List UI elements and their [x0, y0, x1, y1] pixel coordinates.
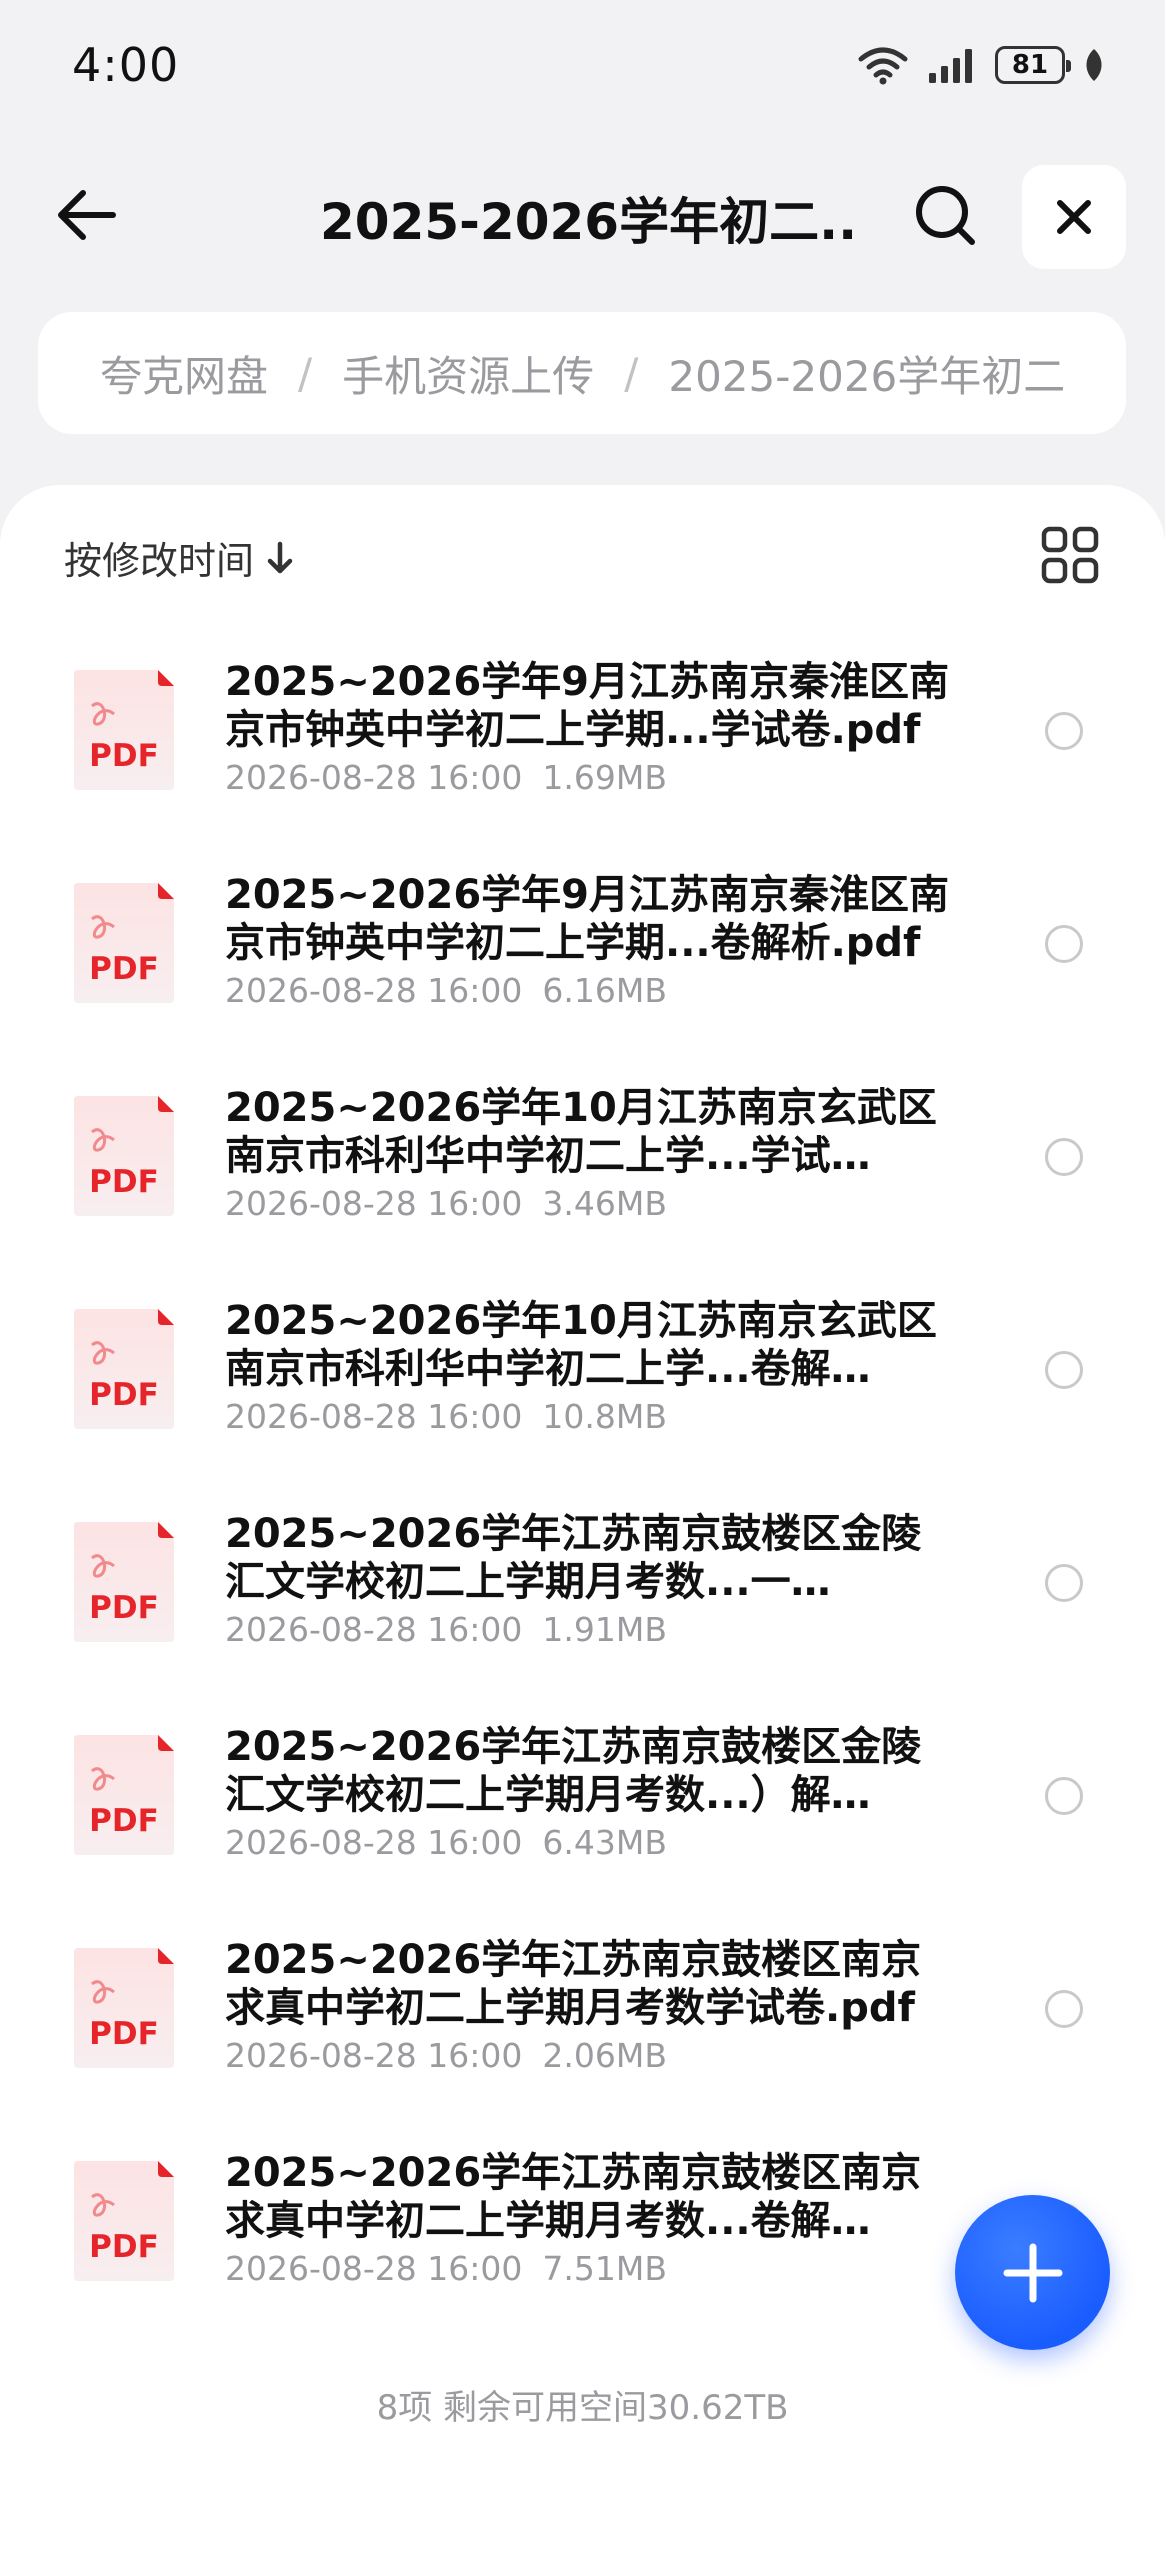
select-radio[interactable] — [1045, 1777, 1083, 1815]
sort-label: 按修改时间 — [64, 539, 255, 583]
arrow-down-icon — [267, 541, 293, 573]
wifi-icon — [858, 47, 908, 85]
select-radio[interactable] — [1045, 712, 1083, 750]
breadcrumb-item-upload[interactable]: 手机资源上传 — [342, 343, 594, 404]
svg-text:PDF: PDF — [89, 738, 159, 774]
file-meta: 2026-08-28 16:00 2.06MB — [225, 2036, 667, 2075]
svg-text:PDF: PDF — [89, 2229, 159, 2265]
breadcrumb: 夸克网盘 / 手机资源上传 / 2025-2026学年初二 — [38, 312, 1126, 434]
file-size: 3.46MB — [542, 1184, 667, 1223]
file-date: 2026-08-28 16:00 — [225, 1397, 523, 1436]
battery-icon: 81 — [995, 46, 1071, 84]
leaf-icon — [1086, 49, 1102, 81]
storage-summary: 8项 剩余可用空间30.62TB — [376, 2388, 789, 2428]
select-radio[interactable] — [1045, 1138, 1083, 1176]
svg-text:PDF: PDF — [89, 1590, 159, 1626]
file-meta: 2026-08-28 16:00 1.91MB — [225, 1610, 667, 1649]
file-name: 2025~2026学年江苏南京鼓楼区南京求真中学初二上学期月考数...卷解析.p… — [225, 2150, 922, 2244]
file-name: 2025~2026学年江苏南京鼓楼区金陵汇文学校初二上学期月考数...）解析.p… — [225, 1724, 922, 1818]
back-button[interactable] — [40, 170, 130, 260]
pdf-file-icon: PDF — [74, 1948, 174, 2068]
pdf-file-icon: PDF — [74, 1735, 174, 1855]
arrow-left-icon — [58, 190, 116, 240]
file-row-4[interactable]: PDF 2025~2026学年10月江苏南京玄武区南京市科利华中学初二上学...… — [0, 1279, 1165, 1492]
file-row-5[interactable]: PDF 2025~2026学年江苏南京鼓楼区金陵汇文学校初二上学期月考数...一… — [0, 1492, 1165, 1705]
file-name: 2025~2026学年江苏南京鼓楼区金陵汇文学校初二上学期月考数...一次）.p… — [225, 1511, 922, 1605]
file-size: 6.16MB — [542, 971, 667, 1010]
file-name: 2025~2026学年9月江苏南京秦淮区南京市钟英中学初二上学期...卷解析.p… — [225, 872, 950, 966]
file-size: 1.69MB — [542, 758, 667, 797]
file-date: 2026-08-28 16:00 — [225, 2036, 523, 2075]
pdf-file-icon: PDF — [74, 883, 174, 1003]
file-name: 2025~2026学年10月江苏南京玄武区南京市科利华中学初二上学...学试卷.… — [225, 1085, 937, 1179]
pdf-file-icon: PDF — [74, 2161, 174, 2281]
status-time: 4:00 — [72, 38, 180, 92]
file-name: 2025~2026学年10月江苏南京玄武区南京市科利华中学初二上学...卷解析.… — [225, 1298, 937, 1392]
add-button[interactable] — [955, 2195, 1110, 2350]
select-radio[interactable] — [1045, 1351, 1083, 1389]
file-row-3[interactable]: PDF 2025~2026学年10月江苏南京玄武区南京市科利华中学初二上学...… — [0, 1066, 1165, 1279]
select-radio[interactable] — [1045, 925, 1083, 963]
svg-text:PDF: PDF — [89, 1377, 159, 1413]
svg-text:PDF: PDF — [89, 1164, 159, 1200]
file-meta: 2026-08-28 16:00 10.8MB — [225, 1397, 667, 1436]
select-radio[interactable] — [1045, 1564, 1083, 1602]
file-size: 2.06MB — [542, 2036, 667, 2075]
file-meta: 2026-08-28 16:00 6.16MB — [225, 971, 667, 1010]
file-date: 2026-08-28 16:00 — [225, 1610, 523, 1649]
sort-button[interactable]: 按修改时间 — [64, 530, 294, 585]
file-row-2[interactable]: PDF 2025~2026学年9月江苏南京秦淮区南京市钟英中学初二上学期...卷… — [0, 853, 1165, 1066]
file-date: 2026-08-28 16:00 — [225, 758, 523, 797]
file-size: 7.51MB — [542, 2249, 667, 2288]
file-date: 2026-08-28 16:00 — [225, 1823, 523, 1862]
close-button[interactable] — [1022, 165, 1126, 269]
file-size: 6.43MB — [542, 1823, 667, 1862]
file-meta: 2026-08-28 16:00 6.43MB — [225, 1823, 667, 1862]
search-button[interactable] — [900, 170, 990, 260]
file-meta: 2026-08-28 16:00 3.46MB — [225, 1184, 667, 1223]
signal-icon — [929, 49, 972, 83]
file-date: 2026-08-28 16:00 — [225, 2249, 523, 2288]
search-icon — [916, 186, 975, 245]
file-meta: 2026-08-28 16:00 7.51MB — [225, 2249, 667, 2288]
select-radio[interactable] — [1045, 1990, 1083, 2028]
pdf-file-icon: PDF — [74, 1309, 174, 1429]
grid-view-icon — [1041, 526, 1099, 584]
svg-text:PDF: PDF — [89, 951, 159, 987]
breadcrumb-separator: / — [624, 348, 639, 398]
file-date: 2026-08-28 16:00 — [225, 971, 523, 1010]
file-row-6[interactable]: PDF 2025~2026学年江苏南京鼓楼区金陵汇文学校初二上学期月考数...）… — [0, 1705, 1165, 1918]
pdf-file-icon: PDF — [74, 1522, 174, 1642]
close-icon — [1057, 200, 1091, 234]
breadcrumb-separator: / — [298, 348, 313, 398]
grid-view-button[interactable] — [1040, 525, 1100, 585]
file-date: 2026-08-28 16:00 — [225, 1184, 523, 1223]
svg-text:PDF: PDF — [89, 1803, 159, 1839]
file-row-7[interactable]: PDF 2025~2026学年江苏南京鼓楼区南京求真中学初二上学期月考数学试卷.… — [0, 1918, 1165, 2131]
breadcrumb-item-root[interactable]: 夸克网盘 — [100, 343, 268, 404]
pdf-file-icon: PDF — [74, 670, 174, 790]
file-size: 1.91MB — [542, 1610, 667, 1649]
status-icons: 81 — [857, 40, 1105, 90]
battery-level: 81 — [1011, 50, 1049, 80]
file-name: 2025~2026学年江苏南京鼓楼区南京求真中学初二上学期月考数学试卷.pdf — [225, 1937, 922, 2031]
page-title: 2025-2026学年初二... — [320, 193, 860, 251]
plus-icon — [1003, 2243, 1062, 2302]
svg-text:PDF: PDF — [89, 2016, 159, 2052]
file-list: PDF 2025~2026学年9月江苏南京秦淮区南京市钟英中学初二上学期...学… — [0, 640, 1165, 2344]
file-row-1[interactable]: PDF 2025~2026学年9月江苏南京秦淮区南京市钟英中学初二上学期...学… — [0, 640, 1165, 853]
file-meta: 2026-08-28 16:00 1.69MB — [225, 758, 667, 797]
breadcrumb-item-current: 2025-2026学年初二 — [668, 351, 1066, 401]
file-name: 2025~2026学年9月江苏南京秦淮区南京市钟英中学初二上学期...学试卷.p… — [225, 659, 950, 753]
pdf-file-icon: PDF — [74, 1096, 174, 1216]
file-size: 10.8MB — [542, 1397, 667, 1436]
